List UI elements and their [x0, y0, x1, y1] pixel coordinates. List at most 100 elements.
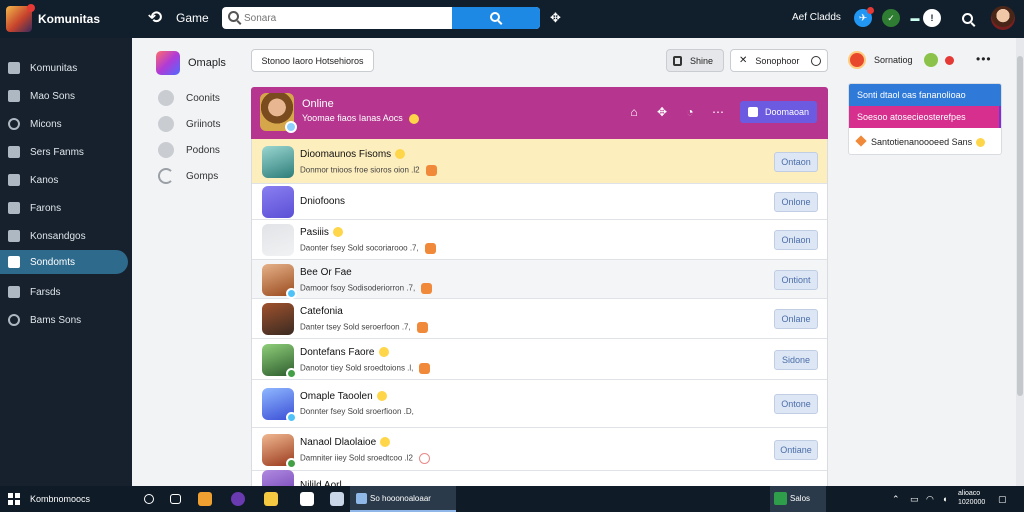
sidebar-item[interactable]: Farons — [0, 196, 132, 220]
volume-icon[interactable]: ◖ — [942, 494, 947, 504]
avatar[interactable] — [262, 224, 294, 256]
card-item[interactable]: Soesoo atosecieosterefpes — [849, 106, 1001, 128]
panel-action-button[interactable]: Doomaoan — [740, 101, 817, 123]
row-name: Catefonia — [300, 306, 343, 317]
view-dropdown[interactable]: ✕ Sonophoor — [730, 49, 828, 72]
user-name[interactable]: Aef Cladds — [792, 12, 841, 23]
table-row[interactable]: Dontefans Faore Danotor tiey Sold sroedto… — [252, 339, 827, 380]
sidebar-item-label: Kanos — [30, 174, 59, 186]
category-label: Gomps — [186, 170, 219, 182]
sidebar-item[interactable]: Micons — [0, 112, 132, 136]
wifi-icon[interactable]: ◠ — [926, 494, 934, 505]
emoji-icon — [976, 138, 986, 148]
table-row[interactable]: Nanaol Dlaolaioe Damniter iiey Sold sroed… — [252, 428, 827, 471]
online-button[interactable]: Sidone — [774, 349, 818, 370]
sidebar-item[interactable]: Mao Sons — [0, 84, 132, 108]
app-icon[interactable] — [300, 492, 314, 506]
sidebar-item[interactable]: Bams Sons — [0, 308, 132, 332]
sidebar-item[interactable]: Sers Fanms — [0, 140, 132, 164]
online-button[interactable]: Ontiont — [774, 269, 818, 290]
card-item[interactable]: Santotienanoooeed Sans — [849, 128, 1001, 154]
table-row[interactable]: Bee Or Fae Damoor fsoy Sodisoderiorron .7… — [252, 260, 827, 299]
online-button[interactable]: Onlone — [774, 192, 818, 212]
avatar[interactable] — [262, 303, 294, 335]
category-item[interactable]: Gomps — [158, 168, 218, 184]
inbox-icon — [8, 90, 20, 102]
search-toggle-icon[interactable] — [958, 9, 976, 27]
sidebar-item[interactable]: Farsds — [0, 280, 132, 304]
category-logo — [156, 51, 180, 75]
category-item[interactable]: Podons — [158, 142, 220, 158]
sidebar-item[interactable]: Komunitas — [0, 56, 132, 80]
search-icon — [228, 11, 239, 22]
sidebar-item[interactable]: Kanos — [0, 168, 132, 192]
chevron-up-icon[interactable]: ⌃ — [892, 494, 900, 505]
avatar[interactable] — [262, 186, 294, 218]
search-input[interactable] — [244, 7, 464, 29]
notification-center-icon[interactable]: ▢ — [998, 494, 1007, 505]
sidebar-item-label: Farsds — [30, 286, 61, 298]
tag-icon — [418, 452, 430, 464]
gamepad-icon[interactable]: ✥ — [550, 10, 561, 26]
chat-icon[interactable] — [170, 494, 181, 504]
more-icon[interactable]: ⋯ — [711, 105, 725, 119]
help-icon[interactable]: ! — [923, 9, 941, 27]
table-row[interactable]: Omaple Taoolen Donnter fsey Sold sroerfio… — [252, 380, 827, 428]
filter-button[interactable]: Stonoo Iaoro Hotsehioros — [251, 49, 374, 72]
sidebar-item[interactable]: Sondomts — [0, 250, 128, 274]
online-button[interactable]: Onlaon — [774, 230, 818, 250]
avatar[interactable] — [262, 145, 294, 178]
tag-icon — [416, 322, 428, 333]
search-button[interactable] — [452, 7, 540, 29]
table-row[interactable]: Pasiiis Daonter fsey Sold socoriarooo .7,… — [252, 220, 827, 260]
table-row[interactable]: Nilild Aorl — [252, 470, 827, 486]
avatar[interactable] — [262, 263, 297, 299]
refresh-icon[interactable]: ⟲ — [148, 8, 162, 28]
online-button[interactable]: Onlane — [774, 309, 818, 329]
row-name: Dioomaunos Fisoms — [300, 149, 406, 160]
network-icon[interactable]: ▭ — [910, 494, 919, 505]
info-card: Sonti dtaol oas fananolioao Soesoo atose… — [848, 83, 1002, 155]
online-button[interactable]: Ontone — [774, 394, 818, 414]
gamepad-icon[interactable]: ✥ — [655, 105, 669, 119]
brand[interactable]: Komunitas — [0, 0, 132, 38]
scrollbar-thumb[interactable] — [1017, 56, 1023, 396]
app-name: Komunitas — [38, 12, 101, 26]
windows-start-icon[interactable] — [8, 493, 20, 505]
online-button[interactable]: Ontiane — [774, 439, 818, 460]
game-app-icon[interactable] — [198, 492, 212, 506]
card-item[interactable]: Sonti dtaol oas fananolioao — [849, 84, 1001, 106]
taskbar-app[interactable]: Salos — [770, 486, 826, 512]
avatar[interactable] — [262, 388, 297, 423]
avatar[interactable] — [262, 343, 297, 379]
user-avatar[interactable] — [991, 6, 1015, 30]
more-options-icon[interactable]: ••• — [976, 52, 992, 66]
taskbar-search-label[interactable]: Kombnomoocs — [30, 494, 90, 504]
table-row[interactable]: Catefonia Danter tsey Sold seroerfoon .7,… — [252, 299, 827, 339]
online-button[interactable]: Ontaon — [774, 151, 818, 172]
avatar[interactable] — [262, 433, 297, 469]
sidebar-item[interactable]: Konsandgos — [0, 224, 132, 248]
browser-icon[interactable] — [231, 492, 245, 506]
row-description: Damoor fsoy Sodisoderiorron .7, — [300, 282, 433, 294]
home-icon[interactable]: ⌂ — [627, 105, 641, 119]
photos-icon[interactable] — [330, 492, 344, 506]
taskbar-active-window[interactable]: So hooonoaloaar — [350, 486, 456, 512]
notification-icon[interactable]: ✈ — [854, 7, 874, 27]
avatar[interactable] — [262, 470, 294, 486]
row-name: Dniofoons — [300, 196, 346, 207]
category-item[interactable]: Griinots — [158, 116, 220, 132]
right-panel-header[interactable]: Sornatiog — [848, 51, 913, 69]
table-row[interactable]: Dniofoons Onlone — [252, 184, 827, 220]
sort-button[interactable]: Shine — [666, 49, 724, 72]
clock[interactable]: alioaco 1020000 — [958, 489, 985, 507]
info-icon[interactable] — [144, 494, 154, 504]
online-status-icon[interactable]: ✓ — [882, 9, 900, 27]
category-label: Griinots — [186, 118, 221, 130]
messages-icon[interactable]: ▬ — [906, 9, 924, 27]
app-label: Salos — [790, 494, 811, 503]
clock-icon[interactable]: ◔ — [683, 105, 697, 119]
folder-icon[interactable] — [264, 492, 278, 506]
table-row[interactable]: Dioomaunos Fisoms Donmor tnioos froe sior… — [252, 139, 827, 184]
category-item[interactable]: Coonits — [158, 90, 220, 106]
